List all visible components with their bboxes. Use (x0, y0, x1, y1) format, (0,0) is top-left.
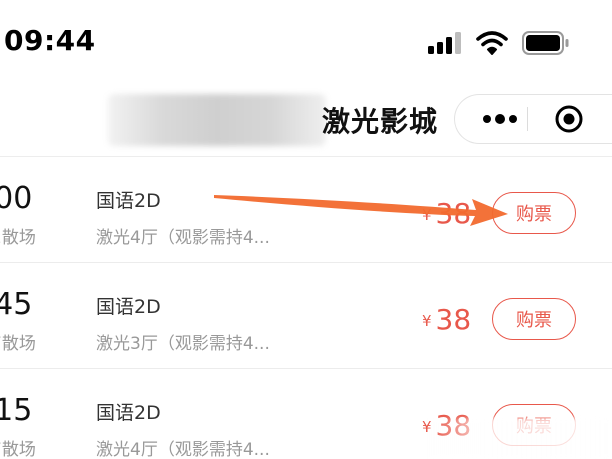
showtime-price: ¥38 (422, 409, 471, 442)
wifi-icon (476, 31, 508, 55)
buy-ticket-button[interactable]: 购票 (492, 298, 576, 340)
more-button[interactable] (473, 95, 527, 143)
showtime-language: 国语2D (96, 190, 161, 212)
buy-ticket-button[interactable]: 购票 (492, 192, 576, 234)
showtime-list: :00 2散场 国语2D 激光4厅（观影需持4... ¥38 购票 :45 7散… (0, 156, 612, 459)
price-value: 38 (435, 409, 472, 442)
showtime-hall: 激光3厅（观影需持4... (96, 334, 270, 354)
showtime-row: :00 2散场 国语2D 激光4厅（观影需持4... ¥38 购票 (0, 157, 612, 263)
status-time: 09:44 (4, 24, 96, 57)
more-dots-icon (483, 114, 517, 124)
showtime-language: 国语2D (96, 402, 161, 424)
showtime-start: :15 (0, 393, 33, 428)
showtime-end: 7散场 (0, 440, 36, 459)
status-icons (428, 30, 570, 56)
capsule-divider (527, 107, 528, 131)
signal-icon (428, 32, 461, 54)
close-button[interactable] (545, 95, 593, 143)
showtime-end: 7散场 (0, 334, 36, 354)
screen: 09:44 激光影城 00 散场 国语2D 激光4厅（观影需持4... ¥ 38… (0, 0, 612, 459)
showtime-hall: 激光4厅（观影需持4... (96, 440, 270, 459)
battery-icon (522, 31, 569, 55)
showtime-start: :00 (0, 181, 33, 216)
mini-program-capsule (454, 94, 612, 144)
showtime-price: ¥38 (422, 303, 471, 336)
showtime-price: ¥38 (422, 197, 471, 230)
price-value: 38 (435, 197, 472, 230)
target-close-icon (555, 105, 583, 133)
page-title: 激光影城 (322, 105, 439, 138)
redacted-cinema-name (108, 94, 326, 146)
showtime-end: 2散场 (0, 228, 36, 248)
currency-symbol: ¥ (422, 206, 432, 224)
showtime-row: :15 7散场 国语2D 激光4厅（观影需持4... ¥38 购票 (0, 369, 612, 459)
currency-symbol: ¥ (422, 312, 432, 330)
showtime-start: :45 (0, 287, 33, 322)
nav-bar: 激光影城 (0, 86, 612, 154)
currency-symbol: ¥ (422, 418, 432, 436)
showtime-row: :45 7散场 国语2D 激光3厅（观影需持4... ¥38 购票 (0, 263, 612, 369)
status-bar: 09:44 (0, 0, 612, 86)
showtime-hall: 激光4厅（观影需持4... (96, 228, 270, 248)
price-value: 38 (435, 303, 472, 336)
buy-ticket-button[interactable]: 购票 (492, 404, 576, 446)
showtime-language: 国语2D (96, 296, 161, 318)
